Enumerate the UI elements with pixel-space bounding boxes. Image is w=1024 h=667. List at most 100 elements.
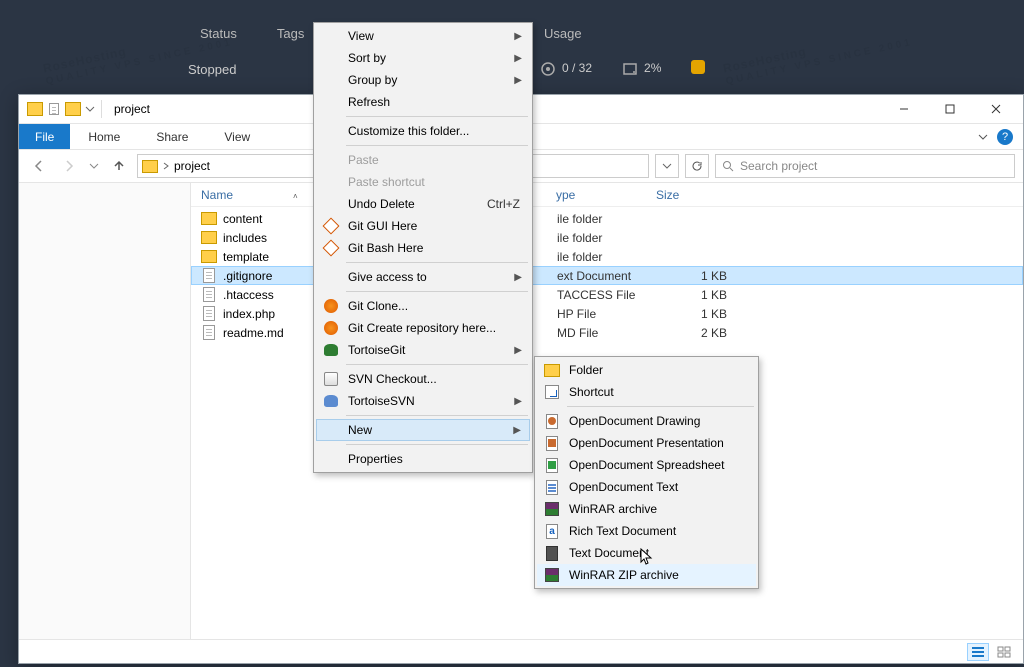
ribbon-home[interactable]: Home bbox=[70, 124, 138, 149]
tortoisegit-icon bbox=[322, 341, 340, 359]
new-od-text[interactable]: OpenDocument Text bbox=[537, 476, 756, 498]
chevron-down-icon[interactable] bbox=[85, 104, 95, 114]
shortcut-icon bbox=[543, 383, 561, 401]
git-icon bbox=[322, 297, 340, 315]
coin-icon bbox=[691, 60, 705, 77]
ctx-git-gui[interactable]: Git GUI Here bbox=[316, 215, 530, 237]
ctx-tortoisesvn[interactable]: TortoiseSVN▶ bbox=[316, 390, 530, 412]
file-icon bbox=[201, 269, 217, 283]
window-title: project bbox=[114, 102, 150, 116]
new-od-drawing[interactable]: OpenDocument Drawing bbox=[537, 410, 756, 432]
ctx-customize[interactable]: Customize this folder... bbox=[316, 120, 530, 142]
ctx-paste-shortcut: Paste shortcut bbox=[316, 171, 530, 193]
new-folder[interactable]: Folder bbox=[537, 359, 756, 381]
col-type[interactable]: ype bbox=[556, 188, 656, 202]
ctx-git-bash[interactable]: Git Bash Here bbox=[316, 237, 530, 259]
odt-icon bbox=[543, 478, 561, 496]
history-button[interactable] bbox=[87, 154, 101, 178]
ctx-properties[interactable]: Properties bbox=[316, 448, 530, 470]
file-size: 1 KB bbox=[657, 269, 727, 283]
maximize-button[interactable] bbox=[927, 95, 973, 123]
spreadsheet-icon bbox=[543, 456, 561, 474]
ribbon-share[interactable]: Share bbox=[138, 124, 206, 149]
new-shortcut[interactable]: Shortcut bbox=[537, 381, 756, 403]
file-type: ile folder bbox=[557, 231, 657, 245]
drawing-icon bbox=[543, 412, 561, 430]
help-icon[interactable]: ? bbox=[997, 129, 1013, 145]
ctx-undo-delete[interactable]: Undo DeleteCtrl+Z bbox=[316, 193, 530, 215]
cpu-metric: 0 / 32 bbox=[540, 61, 592, 77]
ctx-sortby[interactable]: Sort by▶ bbox=[316, 47, 530, 69]
folder-icon bbox=[201, 212, 217, 226]
presentation-icon bbox=[543, 434, 561, 452]
metrics: 0 / 32 2% bbox=[540, 60, 705, 77]
file-icon bbox=[201, 307, 217, 321]
refresh-button[interactable] bbox=[685, 154, 709, 178]
close-button[interactable] bbox=[973, 95, 1019, 123]
back-button[interactable] bbox=[27, 154, 51, 178]
breadcrumb[interactable]: project bbox=[174, 159, 210, 173]
file-type: ext Document bbox=[557, 269, 657, 283]
usage-label: Usage bbox=[544, 26, 582, 41]
zip-icon bbox=[543, 566, 561, 584]
forward-button[interactable] bbox=[57, 154, 81, 178]
search-placeholder: Search project bbox=[740, 159, 817, 173]
ctx-git-clone[interactable]: Git Clone... bbox=[316, 295, 530, 317]
ctx-refresh[interactable]: Refresh bbox=[316, 91, 530, 113]
file-type: HP File bbox=[557, 307, 657, 321]
separator bbox=[346, 364, 528, 365]
ribbon-file[interactable]: File bbox=[19, 124, 70, 149]
up-button[interactable] bbox=[107, 154, 131, 178]
ctx-view[interactable]: View▶ bbox=[316, 25, 530, 47]
separator bbox=[346, 145, 528, 146]
tab-tags[interactable]: Tags bbox=[277, 26, 304, 41]
divider bbox=[101, 100, 102, 118]
file-type: TACCESS File bbox=[557, 288, 657, 302]
view-details-button[interactable] bbox=[967, 643, 989, 661]
rtf-icon bbox=[543, 522, 561, 540]
separator bbox=[567, 406, 754, 407]
ctx-groupby[interactable]: Group by▶ bbox=[316, 69, 530, 91]
address-dropdown[interactable] bbox=[655, 154, 679, 178]
new-zip[interactable]: WinRAR ZIP archive bbox=[537, 564, 756, 586]
mem-metric: 2% bbox=[622, 61, 661, 77]
txt-icon bbox=[543, 544, 561, 562]
new-submenu: Folder Shortcut OpenDocument Drawing Ope… bbox=[534, 356, 759, 589]
search-box[interactable]: Search project bbox=[715, 154, 1015, 178]
status-bar bbox=[19, 639, 1023, 663]
separator bbox=[346, 444, 528, 445]
ctx-new[interactable]: New▶ bbox=[316, 419, 530, 441]
git-icon bbox=[322, 319, 340, 337]
ctx-give-access[interactable]: Give access to▶ bbox=[316, 266, 530, 288]
new-od-presentation[interactable]: OpenDocument Presentation bbox=[537, 432, 756, 454]
cpu-icon bbox=[540, 61, 556, 77]
col-size[interactable]: Size bbox=[656, 188, 736, 202]
ctx-tortoisegit[interactable]: TortoiseGit▶ bbox=[316, 339, 530, 361]
folder-icon bbox=[201, 231, 217, 245]
svn-icon bbox=[322, 370, 340, 388]
file-size: 1 KB bbox=[657, 307, 727, 321]
ribbon-view[interactable]: View bbox=[206, 124, 268, 149]
file-size: 1 KB bbox=[657, 288, 727, 302]
minimize-button[interactable] bbox=[881, 95, 927, 123]
file-small-icon bbox=[49, 103, 59, 115]
nav-pane[interactable] bbox=[19, 183, 191, 639]
ctx-git-create[interactable]: Git Create repository here... bbox=[316, 317, 530, 339]
file-type: MD File bbox=[557, 326, 657, 340]
tortoisesvn-icon bbox=[322, 392, 340, 410]
chevron-down-icon[interactable] bbox=[977, 131, 989, 143]
sort-arrow-icon: ˄ bbox=[293, 192, 298, 201]
ctx-svn-checkout[interactable]: SVN Checkout... bbox=[316, 368, 530, 390]
rar-icon bbox=[543, 500, 561, 518]
new-od-spreadsheet[interactable]: OpenDocument Spreadsheet bbox=[537, 454, 756, 476]
col-name[interactable]: Name bbox=[201, 188, 233, 202]
new-winrar[interactable]: WinRAR archive bbox=[537, 498, 756, 520]
new-txt[interactable]: Text Document bbox=[537, 542, 756, 564]
file-size: 2 KB bbox=[657, 326, 727, 340]
new-rtf[interactable]: Rich Text Document bbox=[537, 520, 756, 542]
tab-status[interactable]: Status bbox=[200, 26, 237, 41]
folder-icon bbox=[65, 102, 81, 116]
file-icon bbox=[201, 326, 217, 340]
folder-icon bbox=[142, 160, 158, 173]
view-icons-button[interactable] bbox=[993, 643, 1015, 661]
